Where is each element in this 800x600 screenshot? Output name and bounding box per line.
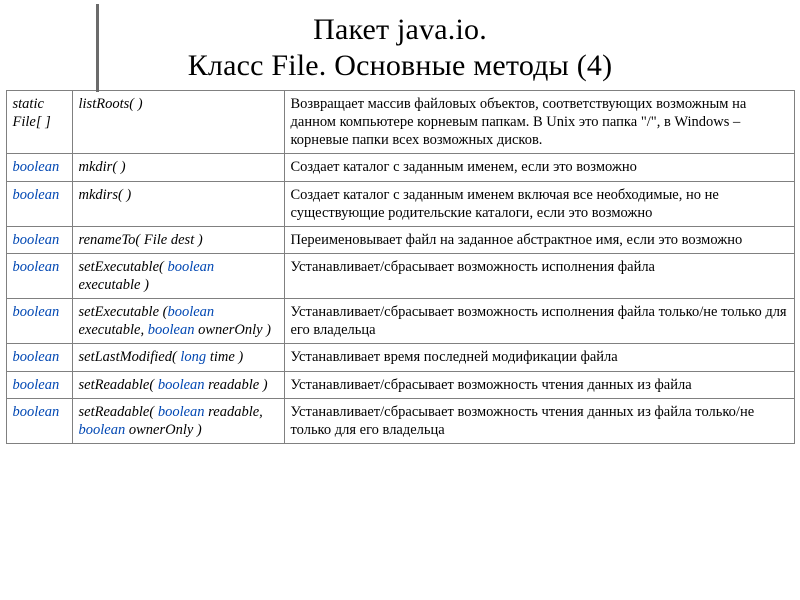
- description-cell: Создает каталог с заданным именем, если …: [284, 154, 794, 181]
- accent-bar: [96, 4, 99, 92]
- description-cell: Устанавливает/сбрасывает возможность исп…: [284, 299, 794, 344]
- description-cell: Устанавливает/сбрасывает возможность чте…: [284, 371, 794, 398]
- methods-table: staticFile[ ]listRoots( )Возвращает масс…: [6, 90, 795, 444]
- return-type-cell: boolean: [6, 299, 72, 344]
- slide-title-line2: Класс File. Основные методы (4): [10, 48, 790, 84]
- signature-cell: renameTo( File dest ): [72, 226, 284, 253]
- return-type-cell: boolean: [6, 371, 72, 398]
- signature-cell: setLastModified( long time ): [72, 344, 284, 371]
- description-cell: Переименовывает файл на заданное абстрак…: [284, 226, 794, 253]
- return-type-cell: boolean: [6, 154, 72, 181]
- table-row: booleanrenameTo( File dest )Переименовыв…: [6, 226, 794, 253]
- slide: Пакет java.io. Класс File. Основные мето…: [0, 0, 800, 600]
- return-type-cell: staticFile[ ]: [6, 91, 72, 154]
- return-type-cell: boolean: [6, 181, 72, 226]
- slide-title-line1: Пакет java.io.: [10, 12, 790, 48]
- table-row: booleansetExecutable (boolean executable…: [6, 299, 794, 344]
- signature-cell: setExecutable( boolean executable ): [72, 253, 284, 298]
- return-type-cell: boolean: [6, 344, 72, 371]
- return-type-cell: boolean: [6, 226, 72, 253]
- table-row: booleansetReadable( boolean readable )Ус…: [6, 371, 794, 398]
- table-row: booleansetExecutable( boolean executable…: [6, 253, 794, 298]
- table-row: booleansetReadable( boolean readable, bo…: [6, 398, 794, 443]
- table-row: booleanmkdirs( )Создает каталог с заданн…: [6, 181, 794, 226]
- signature-cell: listRoots( ): [72, 91, 284, 154]
- description-cell: Создает каталог с заданным именем включа…: [284, 181, 794, 226]
- description-cell: Устанавливает время последней модификаци…: [284, 344, 794, 371]
- description-cell: Возвращает массив файловых объектов, соо…: [284, 91, 794, 154]
- signature-cell: setExecutable (boolean executable, boole…: [72, 299, 284, 344]
- signature-cell: setReadable( boolean readable, boolean o…: [72, 398, 284, 443]
- description-cell: Устанавливает/сбрасывает возможность исп…: [284, 253, 794, 298]
- signature-cell: mkdirs( ): [72, 181, 284, 226]
- description-cell: Устанавливает/сбрасывает возможность чте…: [284, 398, 794, 443]
- return-type-cell: boolean: [6, 253, 72, 298]
- signature-cell: setReadable( boolean readable ): [72, 371, 284, 398]
- table-row: staticFile[ ]listRoots( )Возвращает масс…: [6, 91, 794, 154]
- table-row: booleanmkdir( )Создает каталог с заданны…: [6, 154, 794, 181]
- title-block: Пакет java.io. Класс File. Основные мето…: [10, 12, 790, 84]
- table-row: booleansetLastModified( long time )Устан…: [6, 344, 794, 371]
- return-type-cell: boolean: [6, 398, 72, 443]
- signature-cell: mkdir( ): [72, 154, 284, 181]
